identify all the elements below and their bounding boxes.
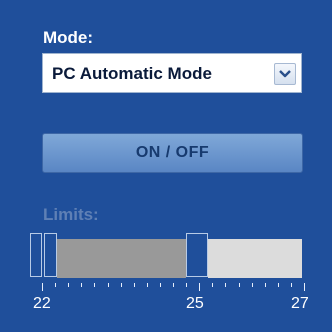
scale-tick: [278, 283, 279, 287]
scale-label-mid: 25: [186, 295, 204, 312]
chevron-down-icon: [279, 70, 291, 78]
scale-label-min: 22: [33, 295, 51, 312]
limits-low-handle-outer[interactable]: [30, 233, 42, 277]
scale-tick: [68, 283, 69, 287]
scale-tick: [252, 283, 253, 287]
scale-tick: [160, 283, 161, 287]
limits-low-handle[interactable]: [44, 233, 57, 277]
mode-select[interactable]: PC Automatic Mode: [42, 53, 302, 93]
scale-tick: [265, 283, 266, 287]
scale-tick: [239, 283, 240, 287]
scale-label-max: 27: [291, 295, 309, 312]
scale-tick: [81, 283, 82, 287]
scale-tick: [147, 283, 148, 287]
scale-tick: [121, 283, 122, 287]
mode-select-value: PC Automatic Mode: [52, 64, 212, 83]
limits-range-selected: [57, 239, 186, 278]
scale-tick: [55, 283, 56, 287]
scale-tick: [186, 283, 187, 287]
limits-label: Limits:: [43, 205, 99, 224]
limits-high-handle[interactable]: [186, 233, 208, 277]
mode-label: Mode:: [43, 28, 94, 47]
scale-tick: [42, 283, 43, 291]
scale-tick: [94, 283, 95, 287]
scale-tick: [225, 283, 226, 287]
scale-tick: [108, 283, 109, 287]
on-off-button[interactable]: ON / OFF: [42, 133, 303, 173]
scale-tick: [291, 283, 292, 287]
scale-tick: [173, 283, 174, 287]
scale-tick: [199, 283, 200, 291]
scale-tick: [134, 283, 135, 287]
scale-tick: [304, 283, 305, 291]
dropdown-arrow-button[interactable]: [274, 63, 296, 85]
limits-scale-ticks: [42, 283, 305, 293]
scale-tick: [212, 283, 213, 287]
limits-range-track[interactable]: [208, 239, 302, 278]
control-panel: Mode: PC Automatic Mode ON / OFF Limits:…: [0, 0, 332, 332]
